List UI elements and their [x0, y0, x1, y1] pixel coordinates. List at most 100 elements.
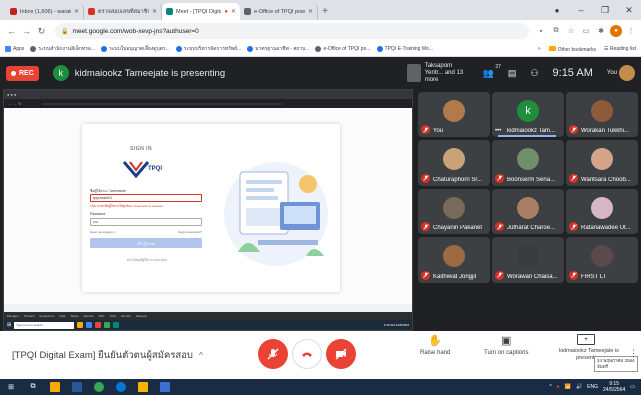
bookmark-label: TPQI E-Training Mo... — [384, 46, 433, 52]
bookmark-apps[interactable]: Apps — [5, 46, 24, 52]
close-window-button[interactable]: ✕ — [617, 0, 641, 20]
reading-list[interactable]: ☰ Reading list — [604, 46, 636, 52]
minimize-button[interactable]: – — [569, 0, 593, 20]
taskbar-clock[interactable]: 9:15 24/5/2564 — [603, 381, 625, 393]
shared-app-toolbar: Manager Preview Extensions View Share Re… — [4, 312, 412, 320]
participant-tile[interactable]: Worakan Tukkhi... — [566, 92, 638, 138]
people-icon[interactable]: 👥 27 — [483, 64, 501, 79]
network-icon[interactable]: 📶 — [565, 384, 571, 390]
lock-icon: 🔒 — [61, 28, 69, 35]
bookmark-item[interactable]: e-Office of TPQI po... — [315, 46, 371, 52]
participant-tile[interactable]: Waritsara Choob... — [566, 140, 638, 186]
avatar — [591, 100, 613, 123]
browser-tab-active[interactable]: Meet - [TPQI Digital Exam] - ● ✕ — [162, 3, 240, 20]
windows-start-icon[interactable]: ⊞ — [6, 382, 16, 392]
chat-icon[interactable]: ▤ — [508, 68, 517, 79]
bookmark-item[interactable]: ระบบบริหารจัดการทรัพย์... — [175, 45, 241, 53]
mic-toggle-button[interactable] — [258, 339, 288, 369]
app-icon — [95, 322, 102, 328]
bookmark-item[interactable]: TPQI E-Training Mo... — [376, 46, 433, 52]
bookmark-item[interactable]: มาตรฐานอาชีพ - สถาบ... — [247, 45, 309, 53]
login-button[interactable]: เข้าสู่ระบบ — [90, 238, 202, 248]
edge-icon[interactable] — [116, 382, 126, 392]
browser-tab[interactable]: e-Office of TPQI powered by Cy ✕ — [240, 3, 318, 20]
windows-icon: ⊞ — [7, 322, 12, 328]
file-explorer-icon[interactable] — [50, 382, 60, 392]
participant-tile[interactable]: k ••• kidmaiookz Tam... — [492, 92, 564, 138]
leave-call-button[interactable] — [292, 339, 322, 369]
toolbar-item: Share — [70, 314, 79, 318]
shared-search: Type here to search — [14, 321, 75, 329]
more-bookmarks-button[interactable]: » — [538, 46, 541, 52]
puzzle-icon[interactable]: ✱ — [595, 25, 607, 37]
meeting-details[interactable]: [TPQI Digital Exam] ยืนยันตัวตนผู้สมัครส… — [12, 348, 203, 363]
cast-icon[interactable]: ▭ — [580, 25, 592, 37]
tray-app-icon[interactable]: ● — [557, 384, 560, 390]
reading-list-label: Reading list — [609, 46, 636, 52]
participant-tile[interactable]: Kaithiwat Jongjit — [418, 237, 490, 283]
present-now-icon[interactable]: + — [577, 334, 595, 345]
reload-icon[interactable]: ↻ — [34, 24, 49, 39]
close-icon[interactable]: ✕ — [308, 8, 313, 15]
participant-tile[interactable]: You — [418, 92, 490, 138]
forgot-password-link[interactable]: Forgot password? — [178, 230, 202, 234]
camera-toggle-button[interactable] — [326, 339, 356, 369]
bookmark-label: Apps — [13, 46, 25, 52]
url-input[interactable]: 🔒 meet.google.com/wob-xevp-jns?authuser=… — [55, 23, 529, 39]
shared-taskbar: ⊞ Type here to search 9:15 AM 24/5/2564 — [4, 320, 412, 330]
username-field[interactable]: tpqi.exam01 — [90, 194, 202, 202]
participant-tile[interactable]: FIRST LT — [566, 237, 638, 283]
participant-tile[interactable]: Boonserm Sena... — [492, 140, 564, 186]
hang-up-icon — [302, 352, 312, 357]
language-indicator[interactable]: ENG — [587, 384, 598, 390]
volume-icon[interactable]: 🔊 — [576, 384, 582, 390]
forward-icon[interactable]: → — [19, 24, 34, 39]
participant-tile[interactable]: Jutharat Charoe... — [492, 188, 564, 235]
bookmark-item[interactable]: ระบบสำนักงานอิเล็กทรอ... — [30, 45, 95, 53]
participant-tile[interactable]: Worawan Chaisa... — [492, 237, 564, 283]
app-icon[interactable] — [160, 382, 170, 392]
chrome-icon[interactable] — [94, 382, 104, 392]
self-view-chip[interactable]: You — [607, 65, 635, 81]
activities-icon[interactable]: ⚇ — [530, 68, 538, 79]
browser-tab[interactable]: Inbox (1,606) - warakorn@tpqi.go ✕ — [6, 3, 84, 20]
raise-hand-button[interactable]: ✋ Raise hand — [420, 334, 450, 356]
star-icon[interactable]: ☆ — [565, 25, 577, 37]
participant-name: Ratanawadee Ut... — [581, 225, 631, 232]
remember-me[interactable]: Keep me logged in — [90, 230, 115, 234]
bookmark-item[interactable]: ระบบใบอนุญาตเลี้ยงดูบุตร... — [101, 45, 170, 53]
participant-tile[interactable]: Chayanin Pakanet — [418, 188, 490, 235]
register-link[interactable]: ยังไม่มีบัญชีผู้ใช้งาน ลงทะเบียน — [112, 258, 182, 263]
maximize-button[interactable]: ❐ — [593, 0, 617, 20]
menu-icon[interactable]: ⋮ — [625, 25, 637, 37]
powerpoint-icon[interactable] — [138, 382, 148, 392]
extension-icons: ▪ ⧉ ☆ ▭ ✱ ● ⋮ — [535, 25, 637, 37]
participant-tile[interactable]: Chaturaphorn Sr... — [418, 140, 490, 186]
close-icon[interactable]: ✕ — [74, 8, 79, 15]
task-view-icon[interactable]: ⧉ — [28, 382, 38, 392]
avatar: k — [517, 100, 539, 123]
browser-tab[interactable]: ตรวจสอบเลขที่สมาชิก (ผลลัพธ์การตรวจ ✕ — [84, 3, 162, 20]
chevron-up-icon[interactable]: ^ — [549, 384, 551, 390]
tab-label: Inbox (1,606) - warakorn@tpqi.go — [20, 8, 71, 15]
password-field[interactable]: •••• — [90, 218, 202, 226]
new-tab-button[interactable]: + — [318, 3, 332, 20]
app-icon — [104, 322, 111, 328]
more-options-icon[interactable]: ⋮ — [629, 348, 638, 359]
other-bookmarks[interactable]: Other bookmarks — [548, 45, 596, 53]
mic-off-icon — [495, 173, 504, 183]
camera-icon[interactable]: ▪ — [535, 25, 547, 37]
notifications-icon[interactable]: ▭ — [630, 384, 635, 390]
captions-button[interactable]: ▣ Turn on captions — [484, 334, 528, 356]
tab-label: ตรวจสอบเลขที่สมาชิก (ผลลัพธ์การตรวจ — [98, 8, 149, 15]
avatar — [443, 245, 465, 268]
close-icon[interactable]: ✕ — [152, 8, 157, 15]
participant-tile[interactable]: Ratanawadee Ut... — [566, 188, 638, 235]
close-icon[interactable]: ✕ — [231, 8, 236, 15]
extension-icon[interactable]: ⧉ — [550, 25, 562, 37]
record-icon[interactable]: ● — [545, 0, 569, 20]
others-chip[interactable]: Taksaporn Yentr... and 13 more — [406, 63, 469, 84]
back-icon[interactable]: ← — [4, 24, 19, 39]
word-icon[interactable] — [72, 382, 82, 392]
profile-avatar[interactable]: ● — [610, 25, 622, 37]
